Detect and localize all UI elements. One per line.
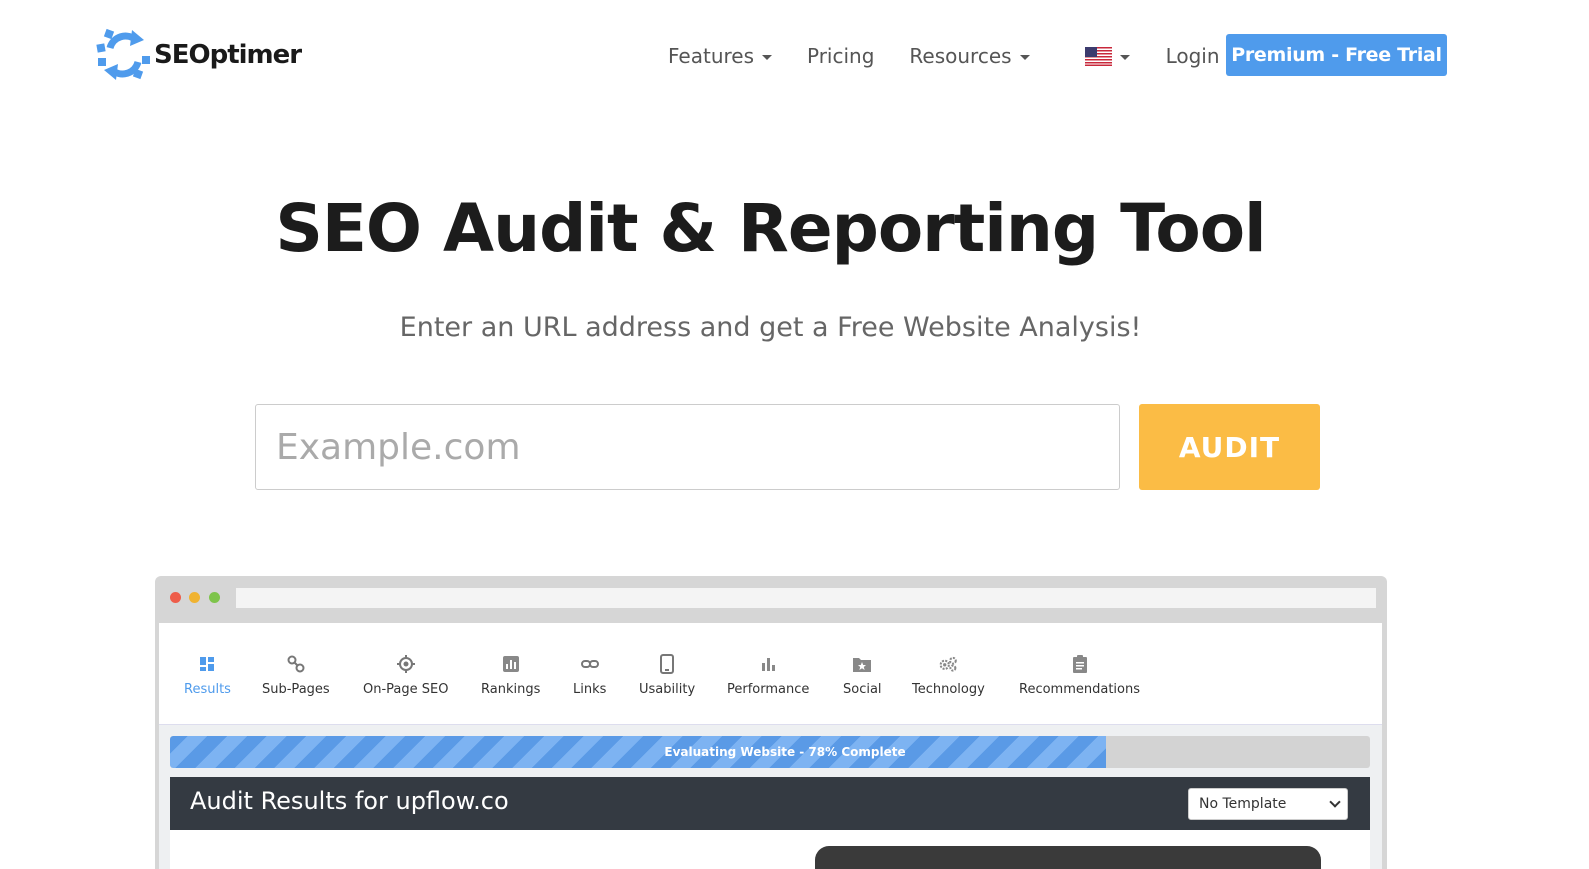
window-minimize-dot	[189, 592, 200, 603]
tab-rankings[interactable]: Rankings	[481, 655, 540, 697]
tab-usability[interactable]: Usability	[639, 654, 696, 697]
tab-performance[interactable]: Performance	[727, 655, 809, 697]
nav-login[interactable]: Login	[1166, 44, 1220, 68]
tab-label: Links	[573, 682, 607, 697]
url-input[interactable]	[255, 404, 1120, 490]
top-navbar: SEOptimer Features Pricing Resources Log…	[0, 0, 1589, 110]
bar-chart-icon	[502, 655, 520, 673]
caret-down-icon	[1119, 54, 1130, 60]
chevron-down-icon	[1329, 796, 1341, 808]
tab-sub-pages[interactable]: Sub-Pages	[262, 655, 330, 697]
window-close-dot	[170, 592, 181, 603]
tab-label: Results	[184, 682, 231, 697]
tab-on-page-seo[interactable]: On-Page SEO	[363, 655, 448, 697]
nav-features-label: Features	[668, 44, 754, 68]
audit-results-header: Audit Results for upflow.co No Template	[170, 777, 1370, 830]
tab-label: Performance	[727, 682, 810, 697]
clipboard-icon	[1071, 655, 1089, 673]
nav-resources-label: Resources	[909, 44, 1012, 68]
caret-down-icon	[1019, 54, 1030, 60]
us-flag-icon	[1084, 46, 1112, 66]
page-title: SEO Audit & Reporting Tool	[275, 190, 1266, 267]
stats-icon	[759, 655, 777, 673]
tab-links[interactable]: Links	[573, 655, 606, 697]
seoptimer-logo[interactable]: SEOptimer	[96, 26, 302, 84]
tab-label: Usability	[639, 682, 696, 697]
target-icon	[396, 655, 415, 673]
premium-trial-button[interactable]: Premium - Free Trial	[1226, 34, 1447, 76]
tab-label: Sub-Pages	[262, 682, 330, 697]
template-select-value: No Template	[1199, 796, 1287, 812]
tab-label: Technology	[912, 682, 985, 697]
audit-button[interactable]: AUDIT	[1139, 404, 1320, 490]
evaluation-progress-bar: Evaluating Website - 78% Complete	[170, 736, 1370, 768]
language-selector[interactable]	[1084, 46, 1130, 66]
template-select[interactable]: No Template	[1188, 788, 1348, 820]
tab-label: Social	[843, 682, 882, 697]
main-menu: Features Pricing Resources Login	[668, 40, 1220, 72]
audit-results-title: Audit Results for upflow.co	[190, 787, 509, 815]
tab-results[interactable]: Results	[184, 655, 231, 697]
nav-pricing[interactable]: Pricing	[807, 44, 874, 68]
mobile-icon	[658, 654, 676, 674]
grid-icon	[198, 655, 216, 673]
nav-resources[interactable]: Resources	[909, 44, 1030, 68]
tab-technology[interactable]: Technology	[912, 655, 985, 697]
nav-login-label: Login	[1165, 44, 1220, 68]
window-maximize-dot	[209, 592, 220, 603]
caret-down-icon	[762, 54, 772, 60]
tab-social[interactable]: Social	[843, 655, 882, 697]
page-subtitle: Enter an URL address and get a Free Webs…	[399, 312, 1142, 343]
browser-mockup: Results Sub-Pages On-Page SEO Rankings L…	[155, 576, 1387, 869]
gears-icon	[939, 655, 958, 673]
report-tabs: Results Sub-Pages On-Page SEO Rankings L…	[159, 623, 1382, 725]
star-folder-icon	[853, 655, 872, 673]
tab-label: On-Page SEO	[363, 682, 449, 697]
link-nodes-icon	[287, 655, 305, 673]
brand-name: SEOptimer	[154, 40, 302, 70]
results-content	[170, 830, 1370, 869]
progress-label: Evaluating Website - 78% Complete	[664, 745, 906, 759]
mockup-viewport: Results Sub-Pages On-Page SEO Rankings L…	[159, 623, 1382, 869]
nav-features[interactable]: Features	[668, 44, 772, 68]
device-preview	[815, 846, 1321, 869]
tab-label: Recommendations	[1019, 682, 1141, 697]
nav-pricing-label: Pricing	[807, 44, 875, 68]
tab-label: Rankings	[481, 682, 541, 697]
chain-link-icon	[580, 655, 599, 673]
address-bar	[236, 588, 1376, 608]
gear-sync-icon	[96, 28, 150, 80]
tab-recommendations[interactable]: Recommendations	[1019, 655, 1140, 697]
